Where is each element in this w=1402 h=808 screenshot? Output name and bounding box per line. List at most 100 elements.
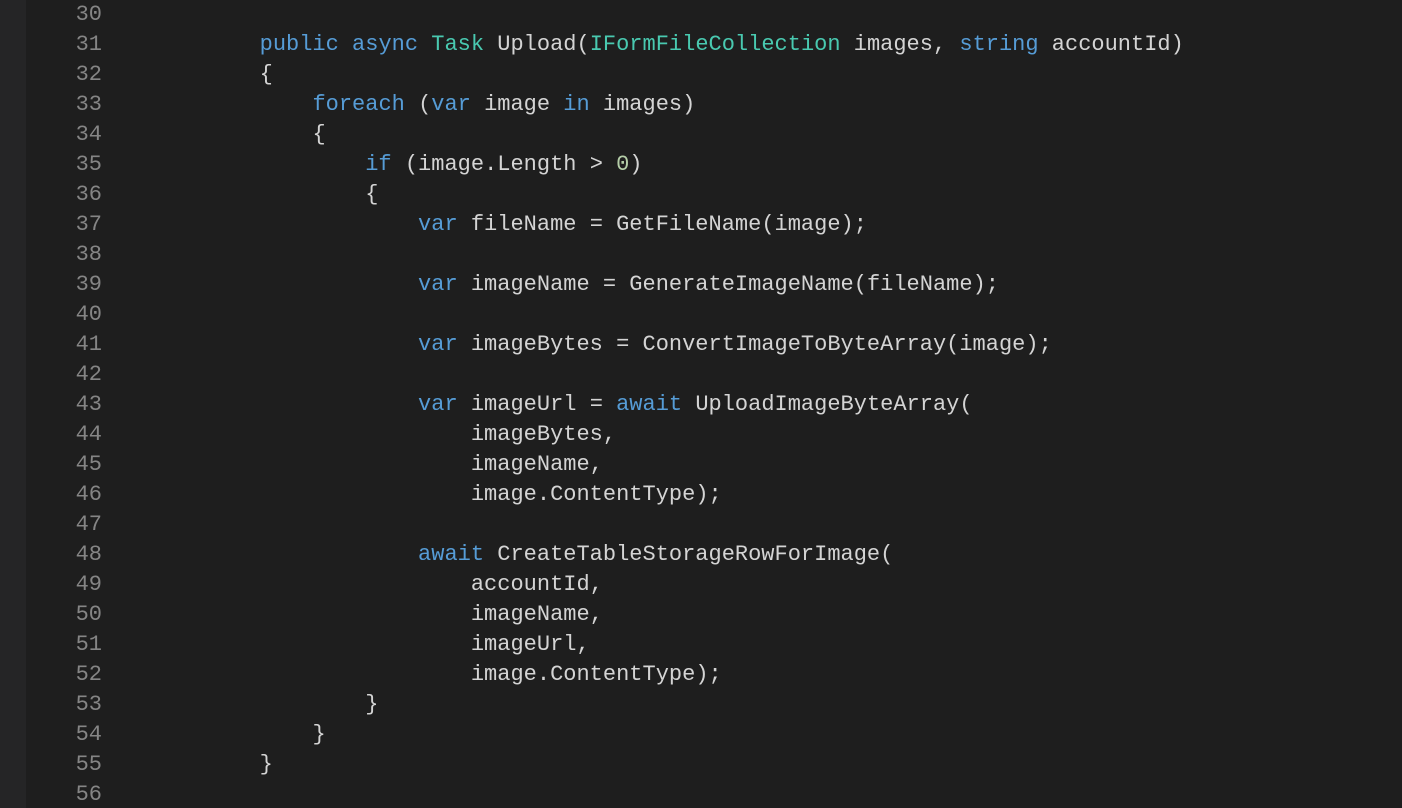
line-number[interactable]: 56 — [26, 780, 118, 808]
line-number[interactable]: 52 — [26, 660, 118, 690]
line-number[interactable]: 38 — [26, 240, 118, 270]
line-number[interactable]: 42 — [26, 360, 118, 390]
token-id: imageName — [471, 602, 590, 627]
line-number[interactable]: 43 — [26, 390, 118, 420]
token-pn: > — [590, 152, 603, 177]
token-kw: if — [365, 152, 391, 177]
code-line[interactable] — [154, 780, 1402, 808]
line-number[interactable]: 54 — [26, 720, 118, 750]
token-pn: ) — [695, 662, 708, 687]
token-id: Upload — [497, 32, 576, 57]
line-number[interactable]: 32 — [26, 60, 118, 90]
line-number[interactable]: 53 — [26, 690, 118, 720]
code-editor[interactable]: 3031323334353637383940414243444546474849… — [0, 0, 1402, 808]
token-id: GetFileName — [616, 212, 761, 237]
code-line[interactable]: accountId, — [154, 570, 1402, 600]
token-kw: in — [563, 92, 589, 117]
line-number[interactable]: 48 — [26, 540, 118, 570]
line-number[interactable]: 41 — [26, 330, 118, 360]
token-id: images — [854, 32, 933, 57]
token-id: image — [471, 662, 537, 687]
code-line[interactable]: var imageName = GenerateImageName(fileNa… — [154, 270, 1402, 300]
token-pn: , — [576, 632, 589, 657]
line-number[interactable]: 51 — [26, 630, 118, 660]
token-id: imageBytes — [471, 422, 603, 447]
token-pn: ) — [682, 92, 695, 117]
token-kw: public — [260, 32, 339, 57]
line-number[interactable]: 47 — [26, 510, 118, 540]
token-id: CreateTableStorageRowForImage — [497, 542, 880, 567]
token-id: image — [418, 152, 484, 177]
code-line[interactable]: await CreateTableStorageRowForImage( — [154, 540, 1402, 570]
code-line[interactable]: } — [154, 750, 1402, 780]
line-number[interactable]: 34 — [26, 120, 118, 150]
token-pn: = — [590, 212, 603, 237]
code-line[interactable] — [154, 240, 1402, 270]
token-pn: ( — [577, 32, 590, 57]
token-pn: ( — [405, 152, 418, 177]
code-line[interactable]: foreach (var image in images) — [154, 90, 1402, 120]
token-pn: . — [537, 662, 550, 687]
code-area[interactable]: public async Task Upload(IFormFileCollec… — [154, 0, 1402, 808]
code-line[interactable]: { — [154, 120, 1402, 150]
code-line[interactable]: var imageUrl = await UploadImageByteArra… — [154, 390, 1402, 420]
token-id: Length — [497, 152, 576, 177]
fold-strip[interactable] — [118, 0, 154, 808]
code-line[interactable]: var imageBytes = ConvertImageToByteArray… — [154, 330, 1402, 360]
code-line[interactable]: } — [154, 720, 1402, 750]
line-number[interactable]: 31 — [26, 30, 118, 60]
token-pn: , — [603, 422, 616, 447]
line-number[interactable]: 37 — [26, 210, 118, 240]
token-id: image — [484, 92, 550, 117]
token-kw: var — [431, 92, 471, 117]
line-number[interactable]: 35 — [26, 150, 118, 180]
line-number[interactable]: 30 — [26, 0, 118, 30]
code-line[interactable]: imageName, — [154, 600, 1402, 630]
token-id: image — [775, 212, 841, 237]
line-number[interactable]: 46 — [26, 480, 118, 510]
line-number[interactable]: 36 — [26, 180, 118, 210]
token-pn: ( — [854, 272, 867, 297]
code-line[interactable]: public async Task Upload(IFormFileCollec… — [154, 30, 1402, 60]
code-line[interactable] — [154, 510, 1402, 540]
line-number[interactable]: 50 — [26, 600, 118, 630]
line-number[interactable]: 44 — [26, 420, 118, 450]
line-number[interactable]: 40 — [26, 300, 118, 330]
token-kw: await — [418, 542, 484, 567]
line-number[interactable]: 49 — [26, 570, 118, 600]
line-number[interactable]: 45 — [26, 450, 118, 480]
token-pn: ) — [841, 212, 854, 237]
token-id: ContentType — [550, 482, 695, 507]
code-line[interactable]: imageBytes, — [154, 420, 1402, 450]
token-pn: = — [590, 392, 603, 417]
token-pn: ) — [695, 482, 708, 507]
token-pn: ; — [854, 212, 867, 237]
code-line[interactable]: image.ContentType); — [154, 480, 1402, 510]
line-number[interactable]: 55 — [26, 750, 118, 780]
code-line[interactable]: var fileName = GetFileName(image); — [154, 210, 1402, 240]
token-id: accountId — [1052, 32, 1171, 57]
token-pn: ( — [418, 92, 431, 117]
code-line[interactable] — [154, 360, 1402, 390]
code-line[interactable]: if (image.Length > 0) — [154, 150, 1402, 180]
token-kw: foreach — [312, 92, 404, 117]
code-line[interactable]: { — [154, 60, 1402, 90]
code-line[interactable]: image.ContentType); — [154, 660, 1402, 690]
code-line[interactable]: { — [154, 180, 1402, 210]
token-pn: ) — [1025, 332, 1038, 357]
token-pn: ; — [709, 662, 722, 687]
code-line[interactable]: imageUrl, — [154, 630, 1402, 660]
code-line[interactable]: imageName, — [154, 450, 1402, 480]
token-id: imageUrl — [471, 632, 577, 657]
token-pn: ; — [709, 482, 722, 507]
line-number[interactable]: 33 — [26, 90, 118, 120]
code-line[interactable]: } — [154, 690, 1402, 720]
token-id: fileName — [471, 212, 577, 237]
token-pn: ; — [1039, 332, 1052, 357]
token-kw: string — [959, 32, 1038, 57]
code-line[interactable] — [154, 0, 1402, 30]
code-line[interactable] — [154, 300, 1402, 330]
line-number-gutter[interactable]: 3031323334353637383940414243444546474849… — [26, 0, 118, 808]
line-number[interactable]: 39 — [26, 270, 118, 300]
token-pn: } — [312, 722, 325, 747]
